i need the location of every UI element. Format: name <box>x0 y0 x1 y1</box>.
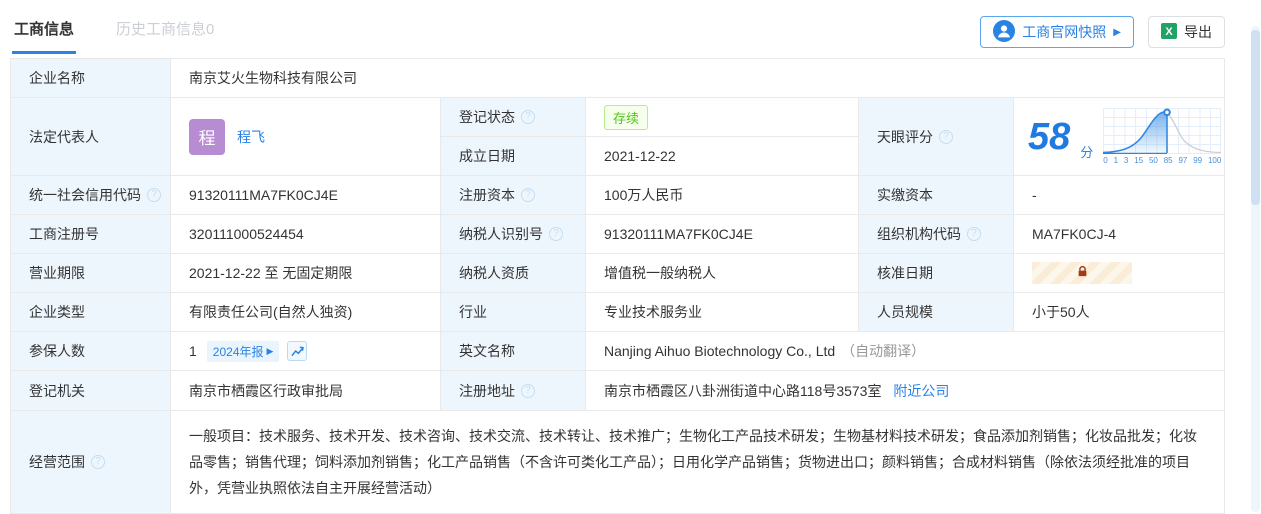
help-icon[interactable] <box>91 455 105 469</box>
tab-bar: 工商信息 历史工商信息0 <box>12 14 216 54</box>
legal-rep-link[interactable]: 程飞 <box>237 127 265 147</box>
field-value-staff-size: 小于50人 <box>1014 293 1224 332</box>
help-icon[interactable] <box>521 383 535 398</box>
vertical-scrollbar[interactable] <box>1251 26 1260 512</box>
chevron-right-icon: ▶ <box>1113 26 1121 38</box>
nearby-companies-link[interactable]: 附近公司 <box>893 381 949 401</box>
toolbar: 工商官网快照 ▶ X 导出 <box>980 16 1225 48</box>
field-value-term: 2021-12-22 至 无固定期限 <box>171 254 441 293</box>
scrollbar-thumb[interactable] <box>1251 30 1260 205</box>
field-value-reg-status: 存续 <box>586 98 859 137</box>
field-value-insured-count: 1 2024年报 ▶ <box>171 332 441 371</box>
export-label: 导出 <box>1184 24 1212 40</box>
locked-value-placeholder[interactable] <box>1032 262 1132 284</box>
field-label-establish-date: 成立日期 <box>441 137 586 176</box>
field-value-org-code: MA7FK0CJ-4 <box>1014 215 1224 254</box>
score-value: 58 <box>1028 115 1071 158</box>
field-value-reg-capital: 100万人民币 <box>586 176 859 215</box>
field-label-legal-rep: 法定代表人 <box>11 98 171 176</box>
field-label-insured-count: 参保人数 <box>11 332 171 371</box>
score-distribution-chart: 0 1 3 15 50 85 97 99 100 <box>1103 108 1222 165</box>
score-chart-ticks: 0 1 3 15 50 85 97 99 100 <box>1103 156 1222 165</box>
field-value-english-name: Nanjing Aihuo Biotechnology Co., Ltd （自动翻… <box>586 332 1224 371</box>
help-icon[interactable] <box>521 188 535 202</box>
field-label-reg-status: 登记状态 <box>441 98 586 137</box>
export-button[interactable]: X 导出 <box>1148 16 1225 48</box>
official-snapshot-button[interactable]: 工商官网快照 ▶ <box>980 16 1134 48</box>
tab-history-business-info[interactable]: 历史工商信息0 <box>114 14 216 54</box>
field-value-taxpayer-no: 91320111MA7FK0CJ4E <box>586 215 859 254</box>
field-label-english-name: 英文名称 <box>441 332 586 371</box>
field-label-business-scope: 经营范围 <box>11 411 171 513</box>
field-label-score: 天眼评分 <box>859 98 1014 176</box>
field-label-reg-capital: 注册资本 <box>441 176 586 215</box>
field-value-legal-rep: 程 程飞 <box>171 98 441 176</box>
field-value-taxpayer-quality: 增值税一般纳税人 <box>586 254 859 293</box>
help-icon[interactable] <box>521 110 535 124</box>
field-label-org-code: 组织机构代码 <box>859 215 1014 254</box>
help-icon[interactable] <box>967 227 981 241</box>
field-label-staff-size: 人员规模 <box>859 293 1014 332</box>
field-label-approval-date: 核准日期 <box>859 254 1014 293</box>
help-icon[interactable] <box>549 227 563 241</box>
official-snapshot-label: 工商官网快照 <box>1022 24 1107 40</box>
field-value-reg-authority: 南京市栖霞区行政审批局 <box>171 371 441 411</box>
field-value-company-name: 南京艾火生物科技有限公司 <box>171 59 1224 98</box>
top-bar: 工商信息 历史工商信息0 工商官网快照 ▶ X 导出 <box>0 0 1261 58</box>
legal-rep-avatar[interactable]: 程 <box>189 118 225 155</box>
field-label-company-name: 企业名称 <box>11 59 171 98</box>
field-label-taxpayer-quality: 纳税人资质 <box>441 254 586 293</box>
field-value-paid-capital: - <box>1014 176 1224 215</box>
field-label-company-type: 企业类型 <box>11 293 171 332</box>
field-label-reg-no: 工商注册号 <box>11 215 171 254</box>
status-badge: 存续 <box>604 104 649 130</box>
chevron-right-icon: ▶ <box>266 345 274 356</box>
field-value-reg-address: 南京市栖霞区八卦洲街道中心路118号3573室 附近公司 <box>586 371 1224 411</box>
field-value-score[interactable]: 58 分 01315 50 85 97 99 100 <box>1014 98 1224 176</box>
field-label-credit-code: 统一社会信用代码 <box>11 176 171 215</box>
field-label-term: 营业期限 <box>11 254 171 293</box>
field-label-paid-capital: 实缴资本 <box>859 176 1014 215</box>
help-icon[interactable] <box>939 129 953 144</box>
field-value-approval-date <box>1014 254 1224 293</box>
annual-report-chip[interactable]: 2024年报 ▶ <box>206 340 280 362</box>
score-unit: 分 <box>1080 145 1094 160</box>
lock-icon <box>1076 265 1089 281</box>
field-value-credit-code: 91320111MA7FK0CJ4E <box>171 176 441 215</box>
field-value-industry: 专业技术服务业 <box>586 293 859 332</box>
field-label-reg-authority: 登记机关 <box>11 371 171 411</box>
excel-icon: X <box>1161 22 1177 42</box>
field-label-reg-address: 注册地址 <box>441 371 586 411</box>
field-value-establish-date: 2021-12-22 <box>586 137 859 176</box>
field-label-industry: 行业 <box>441 293 586 332</box>
svg-text:X: X <box>1165 26 1173 38</box>
user-badge-icon <box>993 19 1016 45</box>
field-label-taxpayer-no: 纳税人识别号 <box>441 215 586 254</box>
help-icon[interactable] <box>147 188 161 202</box>
tab-business-info[interactable]: 工商信息 <box>12 14 77 54</box>
business-info-table: 企业名称 南京艾火生物科技有限公司 法定代表人 程 程飞 登记状态 存续 天眼评… <box>10 58 1225 514</box>
trend-chart-icon[interactable] <box>287 341 308 361</box>
field-value-company-type: 有限责任公司(自然人独资) <box>171 293 441 332</box>
field-value-reg-no: 320111000524454 <box>171 215 441 254</box>
field-value-business-scope: 一般项目：技术服务、技术开发、技术咨询、技术交流、技术转让、技术推广；生物化工产… <box>189 428 1197 496</box>
auto-translate-note: （自动翻译） <box>841 343 926 359</box>
